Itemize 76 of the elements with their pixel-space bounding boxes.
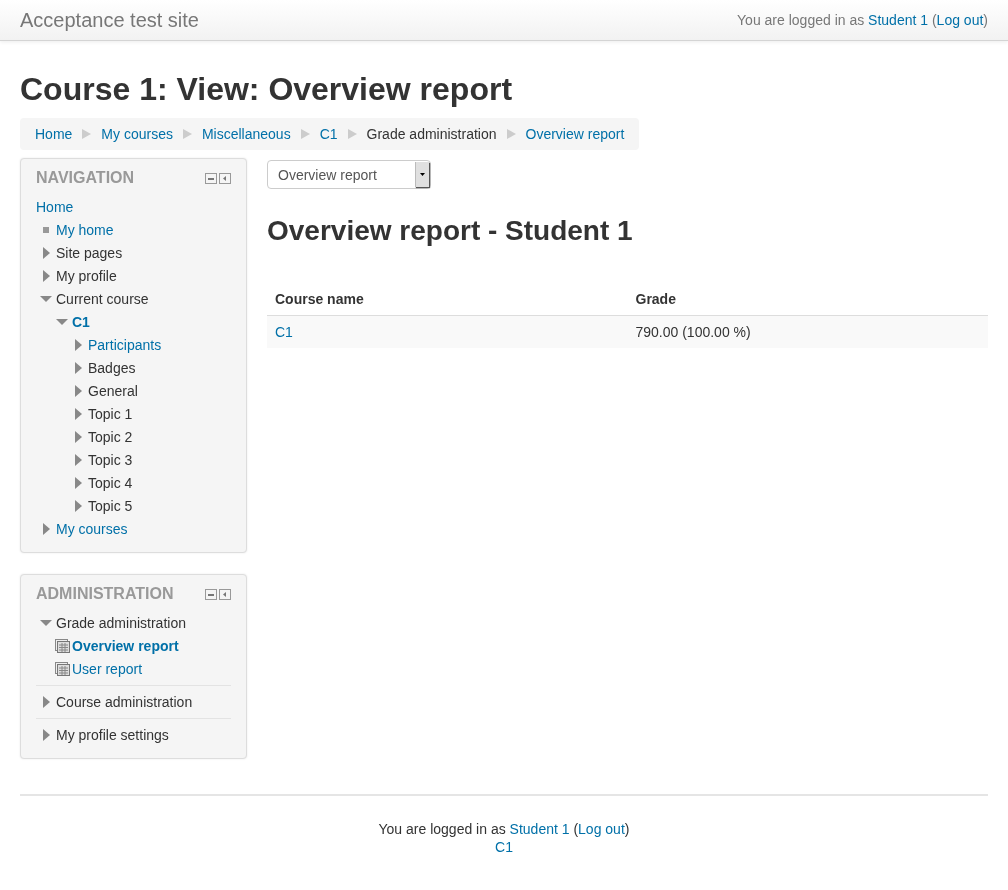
minimize-icon[interactable] <box>205 172 217 184</box>
user-link[interactable]: Student 1 <box>509 821 570 837</box>
breadcrumb-link[interactable]: My courses <box>101 126 173 142</box>
block-title: NAVIGATION <box>36 169 135 187</box>
tree-item[interactable]: Course administration <box>56 693 193 710</box>
tree-link[interactable]: My courses <box>56 520 128 537</box>
breadcrumb-link[interactable]: Home <box>35 126 73 142</box>
tree-item[interactable]: Current course <box>56 290 149 307</box>
tree-item[interactable]: Badges <box>88 359 136 376</box>
tree-link[interactable]: Home <box>36 198 74 215</box>
tree-link[interactable]: Participants <box>88 336 162 353</box>
dock-icon[interactable] <box>219 172 231 184</box>
expanded-arrow-icon[interactable] <box>40 294 52 303</box>
page-title: Course 1: View: Overview report <box>20 71 514 108</box>
tree-item[interactable]: Topic 2 <box>88 428 133 445</box>
paren-text: ( <box>572 821 579 837</box>
tree-link[interactable]: Overview report <box>72 637 179 654</box>
tree-item[interactable]: My profile <box>56 267 117 284</box>
login-info: You are logged in as <box>378 821 507 837</box>
caret-icon <box>420 173 425 176</box>
course-link[interactable]: C1 <box>275 324 293 340</box>
collapsed-arrow-icon[interactable] <box>42 246 50 259</box>
collapsed-arrow-icon[interactable] <box>74 476 82 489</box>
tree-item[interactable]: My profile settings <box>56 726 169 743</box>
tree-link[interactable]: User report <box>72 660 143 677</box>
collapsed-arrow-icon[interactable] <box>74 384 82 397</box>
tree-link[interactable]: C1 <box>72 313 90 330</box>
expanded-arrow-icon[interactable] <box>56 317 68 326</box>
site-name: Acceptance test site <box>20 8 199 32</box>
column-header: Course name <box>267 283 628 316</box>
column-header: Grade <box>627 283 988 316</box>
minimize-icon[interactable] <box>205 588 217 600</box>
collapsed-arrow-icon[interactable] <box>42 695 50 708</box>
table-cell: 790.00 (100.00 %) <box>627 315 988 348</box>
separator-icon <box>82 129 92 139</box>
paren-text: ) <box>624 821 630 837</box>
report-heading: Overview report - Student 1 <box>267 215 634 247</box>
collapsed-arrow-icon[interactable] <box>42 522 50 535</box>
tree-item[interactable]: Site pages <box>56 244 123 261</box>
collapsed-arrow-icon[interactable] <box>42 269 50 282</box>
report-icon <box>54 638 70 653</box>
breadcrumb-link[interactable]: Overview report <box>525 126 625 142</box>
separator-icon <box>182 129 192 139</box>
logout-link[interactable]: Log out <box>578 821 625 837</box>
user-link[interactable]: Student 1 <box>868 12 929 28</box>
paren-text: ( <box>930 12 937 28</box>
logout-link[interactable]: Log out <box>936 12 984 28</box>
tree-link[interactable]: My home <box>56 221 114 238</box>
report-select[interactable]: Overview report <box>267 160 431 189</box>
collapsed-arrow-icon[interactable] <box>42 728 50 741</box>
separator-icon <box>506 129 516 139</box>
separator-icon <box>347 129 357 139</box>
tree-item[interactable]: Topic 1 <box>88 405 133 422</box>
collapsed-arrow-icon[interactable] <box>74 338 82 351</box>
collapsed-arrow-icon[interactable] <box>74 453 82 466</box>
course-link[interactable]: C1 <box>495 839 513 855</box>
collapsed-arrow-icon[interactable] <box>74 430 82 443</box>
dock-icon[interactable] <box>219 588 231 600</box>
tree-item[interactable]: Topic 4 <box>88 474 133 491</box>
tree-item[interactable]: Topic 5 <box>88 497 133 514</box>
separator-icon <box>300 129 310 139</box>
report-icon <box>54 661 70 676</box>
collapsed-arrow-icon[interactable] <box>74 499 82 512</box>
collapsed-arrow-icon[interactable] <box>74 407 82 420</box>
breadcrumb-link[interactable]: C1 <box>319 126 338 142</box>
block-title: ADMINISTRATION <box>36 585 174 603</box>
bullet-icon <box>43 226 49 233</box>
tree-item[interactable]: Grade administration <box>56 614 186 631</box>
collapsed-arrow-icon[interactable] <box>74 361 82 374</box>
login-info: You are logged in as <box>737 12 866 28</box>
tree-item[interactable]: General <box>88 382 138 399</box>
breadcrumb-link[interactable]: Miscellaneous <box>201 126 291 142</box>
expanded-arrow-icon[interactable] <box>40 618 52 627</box>
breadcrumb-text: Grade administration <box>366 126 497 142</box>
paren-text: ) <box>983 12 988 28</box>
tree-item[interactable]: Topic 3 <box>88 451 133 468</box>
